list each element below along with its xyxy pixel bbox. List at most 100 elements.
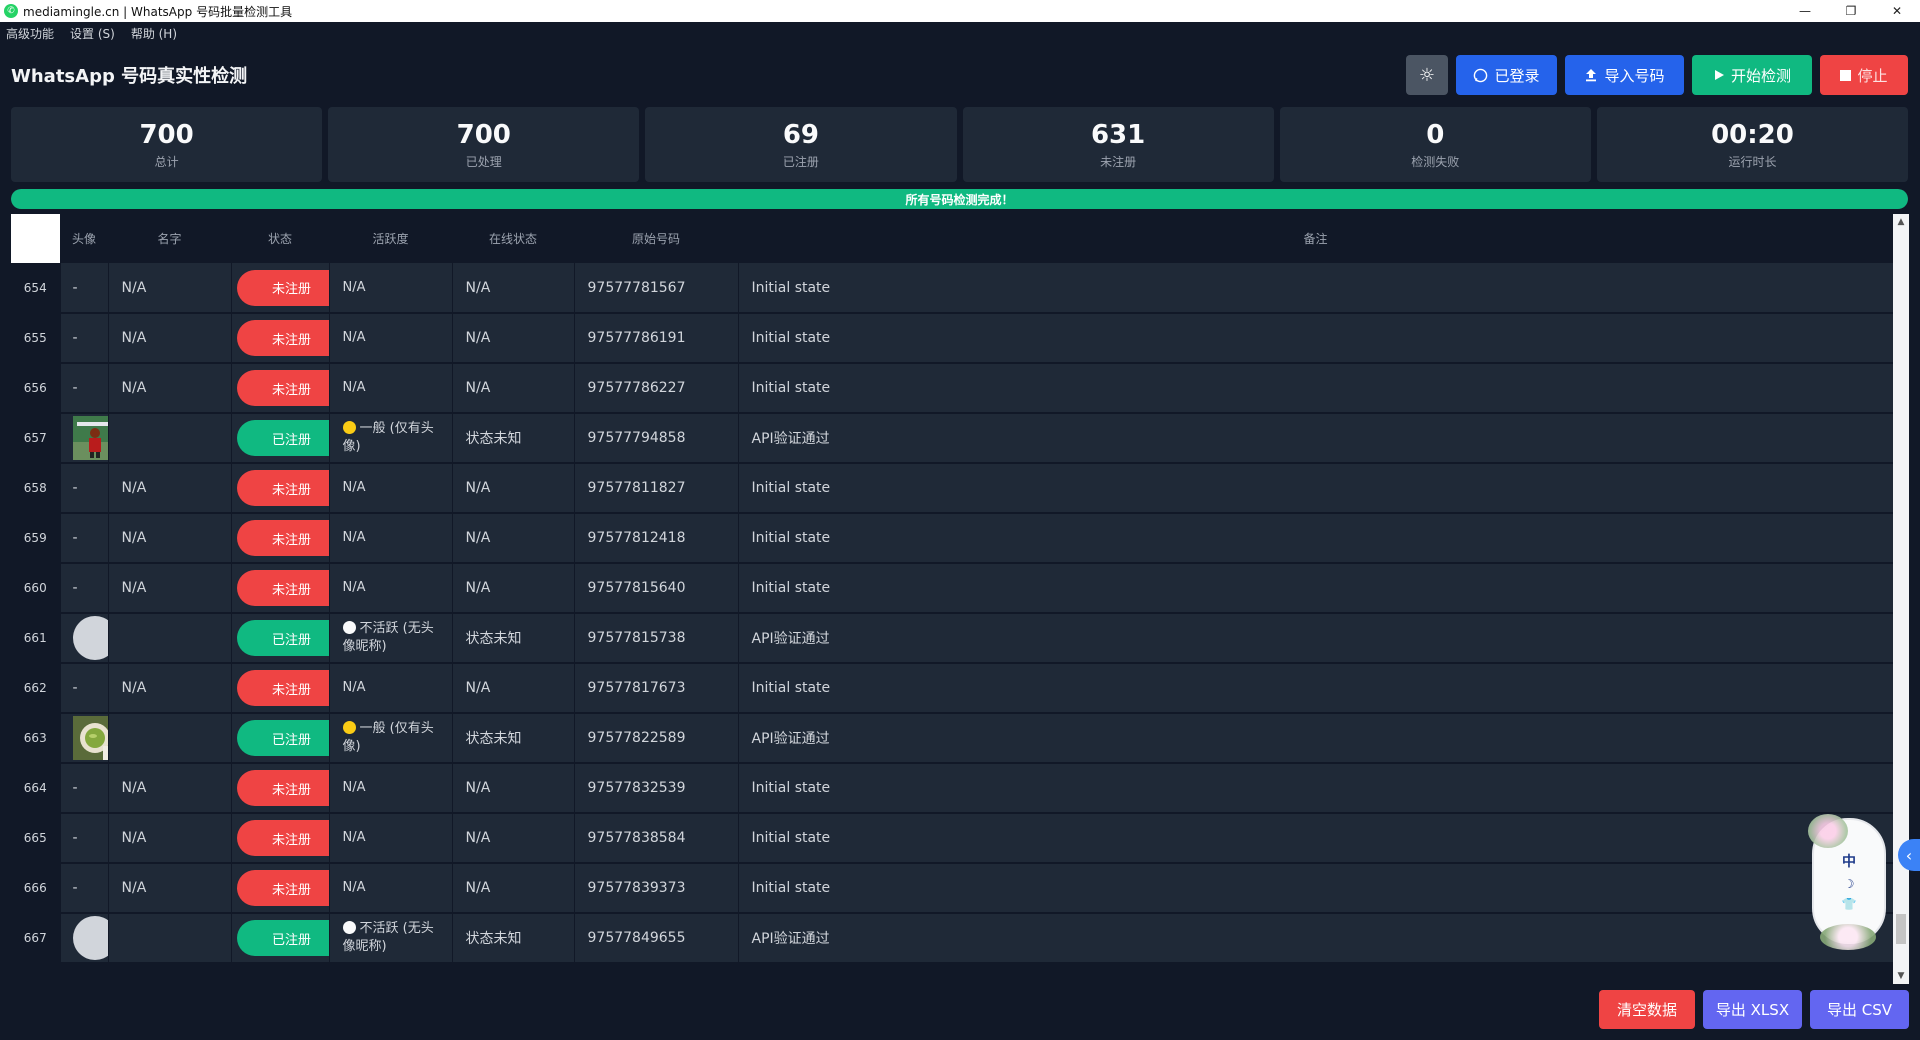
- row-number[interactable]: 656: [11, 363, 61, 414]
- minimize-button[interactable]: —: [1782, 0, 1828, 22]
- note-cell: Initial state: [738, 763, 1894, 814]
- online-status-cell: N/A: [452, 763, 575, 814]
- import-numbers-button[interactable]: 导入号码: [1565, 55, 1684, 95]
- floating-input-widget[interactable]: 中 ☽ 👕: [1808, 814, 1886, 950]
- row-number[interactable]: 667: [11, 913, 61, 964]
- activity-dot-icon: [342, 421, 356, 434]
- status-cell: 未注册: [231, 863, 330, 914]
- activity-text: 一般 (仅有头像): [342, 721, 434, 754]
- table-row[interactable]: 664- N/A 未注册 N/A N/A 97577832539 Initial state: [11, 763, 1894, 814]
- activity-text: N/A: [342, 530, 366, 545]
- column-header-activity[interactable]: 活跃度: [329, 214, 452, 263]
- column-header-name[interactable]: 名字: [108, 214, 231, 263]
- activity-cell: N/A: [329, 313, 453, 364]
- select-all-corner[interactable]: [11, 214, 60, 263]
- activity-text: 一般 (仅有头像): [342, 421, 434, 454]
- status-badge: 未注册: [236, 770, 328, 806]
- activity-text: N/A: [342, 480, 366, 495]
- stat-total: 700 总计: [11, 107, 323, 182]
- avatar-photo[interactable]: [72, 416, 109, 460]
- status-badge: 未注册: [236, 320, 328, 356]
- table-row[interactable]: 658- N/A 未注册 N/A N/A 97577811827 Initial state: [11, 463, 1894, 514]
- row-number[interactable]: 663: [11, 713, 61, 764]
- row-number[interactable]: 661: [11, 613, 61, 664]
- table-row[interactable]: 662- N/A 未注册 N/A N/A 97577817673 Initial state: [11, 663, 1894, 714]
- activity-value: N/A: [343, 279, 439, 297]
- table-row[interactable]: 659- N/A 未注册 N/A N/A 97577812418 Initial state: [11, 513, 1894, 564]
- online-status-cell: 状态未知: [452, 613, 575, 664]
- row-number[interactable]: 666: [11, 863, 61, 914]
- table-row[interactable]: 657 已注册 一般 (仅有头像) 状态未知 97577794858 API验证通过: [11, 413, 1894, 464]
- name-cell: N/A: [108, 313, 232, 364]
- table-row[interactable]: 654- N/A 未注册 N/A N/A 97577781567 Initial state: [11, 263, 1894, 314]
- flower-decoration-icon: [1820, 924, 1876, 950]
- avatar-default-icon[interactable]: [72, 916, 107, 960]
- menu-advanced[interactable]: 高级功能: [6, 25, 54, 42]
- login-status-button[interactable]: 已登录: [1456, 55, 1557, 95]
- export-csv-button[interactable]: 导出 CSV: [1810, 990, 1909, 1029]
- window-controls: — ❐ ✕: [1782, 0, 1920, 22]
- avatar-placeholder: -: [72, 580, 78, 596]
- row-number[interactable]: 654: [11, 263, 61, 314]
- theme-toggle-button[interactable]: ☼: [1406, 55, 1448, 95]
- stat-label: 运行时长: [1728, 154, 1777, 169]
- activity-cell: N/A: [329, 463, 453, 514]
- menu-help[interactable]: 帮助 (H): [131, 25, 177, 42]
- flower-decoration-icon: [1808, 814, 1848, 848]
- column-header-note[interactable]: 备注: [738, 214, 1893, 263]
- avatar-photo[interactable]: [72, 716, 109, 760]
- column-header-phone[interactable]: 原始号码: [574, 214, 738, 263]
- online-status-cell: N/A: [452, 513, 575, 564]
- row-number[interactable]: 662: [11, 663, 61, 714]
- table-row[interactable]: 656- N/A 未注册 N/A N/A 97577786227 Initial state: [11, 363, 1894, 414]
- row-number[interactable]: 665: [11, 813, 61, 864]
- avatar-default-icon[interactable]: [72, 616, 107, 660]
- table-row[interactable]: 665- N/A 未注册 N/A N/A 97577838584 Initial state: [11, 813, 1894, 864]
- shirt-icon[interactable]: 👕: [1842, 897, 1857, 911]
- column-header-avatar[interactable]: 头像: [60, 214, 108, 263]
- status-badge: 未注册: [236, 370, 328, 406]
- row-number[interactable]: 655: [11, 313, 61, 364]
- table-row[interactable]: 661 已注册 不活跃 (无头像昵称) 状态未知 97577815738 API验证通过: [11, 613, 1894, 664]
- moon-icon[interactable]: ☽: [1844, 877, 1855, 891]
- scroll-down-arrow-icon[interactable]: ▼: [1893, 968, 1909, 984]
- table-row[interactable]: 666- N/A 未注册 N/A N/A 97577839373 Initial state: [11, 863, 1894, 914]
- stop-button[interactable]: 停止: [1820, 55, 1908, 95]
- header-actions: ☼ 已登录 导入号码 开始检测 停止: [1406, 55, 1908, 95]
- stat-value: 631: [1090, 119, 1146, 150]
- widget-language-label[interactable]: 中: [1842, 851, 1856, 871]
- note-cell: Initial state: [738, 813, 1894, 864]
- start-check-button[interactable]: 开始检测: [1692, 55, 1812, 95]
- row-number[interactable]: 657: [11, 413, 61, 464]
- sun-icon: ☼: [1418, 64, 1436, 86]
- avatar-cell: -: [60, 763, 109, 814]
- activity-cell: N/A: [329, 813, 453, 864]
- row-number[interactable]: 658: [11, 463, 61, 514]
- stop-label: 停止: [1857, 66, 1888, 85]
- maximize-button[interactable]: ❐: [1828, 0, 1874, 22]
- online-status-cell: N/A: [452, 263, 575, 314]
- row-number[interactable]: 664: [11, 763, 61, 814]
- scroll-thumb[interactable]: [1896, 914, 1906, 944]
- table-row[interactable]: 667 已注册 不活跃 (无头像昵称) 状态未知 97577849655 API验证通过: [11, 913, 1894, 964]
- column-header-status[interactable]: 状态: [231, 214, 329, 263]
- table-row[interactable]: 663 已注册 一般 (仅有头像) 状态未知 97577822589 API验证通过: [11, 713, 1894, 764]
- activity-cell: N/A: [329, 513, 453, 564]
- table-row[interactable]: 655- N/A 未注册 N/A N/A 97577786191 Initial state: [11, 313, 1894, 364]
- status-cell: 已注册: [231, 613, 330, 664]
- row-number[interactable]: 660: [11, 563, 61, 614]
- phone-cell: 97577794858: [574, 413, 739, 464]
- menu-settings[interactable]: 设置 (S): [70, 25, 115, 42]
- export-xlsx-button[interactable]: 导出 XLSX: [1703, 990, 1802, 1029]
- clear-data-button[interactable]: 清空数据: [1599, 990, 1695, 1029]
- scroll-up-arrow-icon[interactable]: ▲: [1893, 214, 1909, 230]
- row-number[interactable]: 659: [11, 513, 61, 564]
- status-badge: 未注册: [236, 269, 328, 306]
- upload-icon: [1586, 69, 1597, 82]
- close-button[interactable]: ✕: [1874, 0, 1920, 22]
- activity-text: N/A: [342, 330, 366, 345]
- table-row[interactable]: 660- N/A 未注册 N/A N/A 97577815640 Initial state: [11, 563, 1894, 614]
- status-cell: 已注册: [231, 713, 330, 764]
- phone-cell: 97577817673: [574, 663, 739, 714]
- column-header-online[interactable]: 在线状态: [452, 214, 574, 263]
